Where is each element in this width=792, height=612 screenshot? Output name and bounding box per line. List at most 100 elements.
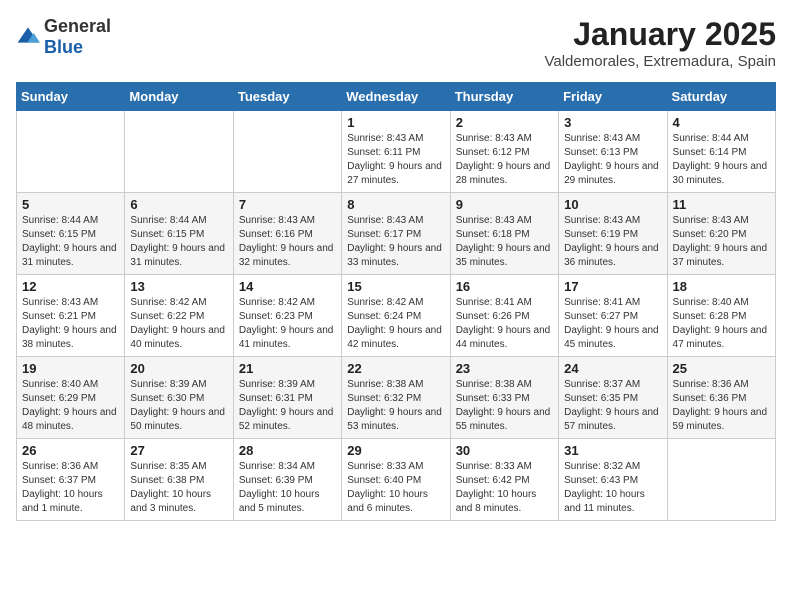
logo-blue: Blue	[44, 37, 83, 57]
calendar-cell: 28 Sunrise: 8:34 AM Sunset: 6:39 PM Dayli…	[233, 439, 341, 521]
weekday-header-sunday: Sunday	[17, 83, 125, 111]
day-number: 22	[347, 361, 444, 376]
calendar-cell: 4 Sunrise: 8:44 AM Sunset: 6:14 PM Daylig…	[667, 111, 775, 193]
day-info: Sunrise: 8:42 AM Sunset: 6:24 PM Dayligh…	[347, 296, 444, 352]
calendar-cell	[667, 439, 775, 521]
calendar-table: SundayMondayTuesdayWednesdayThursdayFrid…	[16, 82, 776, 521]
calendar-cell: 15Sunrise: 8:42 AM Sunset: 6:24 PM Dayli…	[342, 275, 450, 357]
weekday-header-tuesday: Tuesday	[233, 83, 341, 111]
day-info: Sunrise: 8:39 AM Sunset: 6:30 PM Dayligh…	[130, 378, 227, 434]
day-number: 9	[456, 197, 553, 212]
day-info: Sunrise: 8:43 AM Sunset: 6:19 PM Dayligh…	[564, 214, 661, 270]
calendar-cell: 1 Sunrise: 8:43 AM Sunset: 6:11 PM Daylig…	[342, 111, 450, 193]
day-info: Sunrise: 8:39 AM Sunset: 6:31 PM Dayligh…	[239, 378, 336, 434]
calendar-cell	[233, 111, 341, 193]
day-number: 28	[239, 443, 336, 458]
day-number: 6	[130, 197, 227, 212]
day-number: 13	[130, 279, 227, 294]
day-number: 24	[564, 361, 661, 376]
calendar-cell: 26 Sunrise: 8:36 AM Sunset: 6:37 PM Dayli…	[17, 439, 125, 521]
day-info: Sunrise: 8:43 AM Sunset: 6:18 PM Dayligh…	[456, 214, 553, 270]
calendar-cell: 14Sunrise: 8:42 AM Sunset: 6:23 PM Dayli…	[233, 275, 341, 357]
weekday-header-row: SundayMondayTuesdayWednesdayThursdayFrid…	[17, 83, 776, 111]
day-info: Sunrise: 8:38 AM Sunset: 6:32 PM Dayligh…	[347, 378, 444, 434]
day-info: Sunrise: 8:43 AM Sunset: 6:16 PM Dayligh…	[239, 214, 336, 270]
calendar-cell	[125, 111, 233, 193]
day-number: 11	[673, 197, 770, 212]
day-info: Sunrise: 8:44 AM Sunset: 6:15 PM Dayligh…	[22, 214, 119, 270]
calendar-cell: 18Sunrise: 8:40 AM Sunset: 6:28 PM Dayli…	[667, 275, 775, 357]
day-number: 26	[22, 443, 119, 458]
day-info: Sunrise: 8:43 AM Sunset: 6:11 PM Dayligh…	[347, 132, 444, 188]
day-number: 12	[22, 279, 119, 294]
day-number: 25	[673, 361, 770, 376]
day-info: Sunrise: 8:43 AM Sunset: 6:17 PM Dayligh…	[347, 214, 444, 270]
day-number: 16	[456, 279, 553, 294]
logo-icon	[16, 25, 40, 49]
weekday-header-wednesday: Wednesday	[342, 83, 450, 111]
calendar-cell: 6Sunrise: 8:44 AM Sunset: 6:15 PM Daylig…	[125, 193, 233, 275]
weekday-header-thursday: Thursday	[450, 83, 558, 111]
day-info: Sunrise: 8:41 AM Sunset: 6:26 PM Dayligh…	[456, 296, 553, 352]
day-number: 18	[673, 279, 770, 294]
day-info: Sunrise: 8:33 AM Sunset: 6:42 PM Dayligh…	[456, 460, 553, 516]
calendar-cell: 30Sunrise: 8:33 AM Sunset: 6:42 PM Dayli…	[450, 439, 558, 521]
day-info: Sunrise: 8:41 AM Sunset: 6:27 PM Dayligh…	[564, 296, 661, 352]
day-number: 20	[130, 361, 227, 376]
day-number: 23	[456, 361, 553, 376]
header: General Blue January 2025 Valdemorales, …	[16, 16, 776, 70]
day-number: 1	[347, 115, 444, 130]
day-info: Sunrise: 8:43 AM Sunset: 6:21 PM Dayligh…	[22, 296, 119, 352]
day-info: Sunrise: 8:35 AM Sunset: 6:38 PM Dayligh…	[130, 460, 227, 516]
day-info: Sunrise: 8:42 AM Sunset: 6:23 PM Dayligh…	[239, 296, 336, 352]
day-info: Sunrise: 8:32 AM Sunset: 6:43 PM Dayligh…	[564, 460, 661, 516]
day-info: Sunrise: 8:37 AM Sunset: 6:35 PM Dayligh…	[564, 378, 661, 434]
calendar-week-row: 5 Sunrise: 8:44 AM Sunset: 6:15 PM Daylig…	[17, 193, 776, 275]
day-info: Sunrise: 8:42 AM Sunset: 6:22 PM Dayligh…	[130, 296, 227, 352]
day-number: 5	[22, 197, 119, 212]
day-number: 3	[564, 115, 661, 130]
day-number: 4	[673, 115, 770, 130]
day-info: Sunrise: 8:43 AM Sunset: 6:13 PM Dayligh…	[564, 132, 661, 188]
day-number: 2	[456, 115, 553, 130]
day-info: Sunrise: 8:33 AM Sunset: 6:40 PM Dayligh…	[347, 460, 444, 516]
logo: General Blue	[16, 16, 111, 58]
calendar-cell: 29Sunrise: 8:33 AM Sunset: 6:40 PM Dayli…	[342, 439, 450, 521]
calendar-cell: 9 Sunrise: 8:43 AM Sunset: 6:18 PM Daylig…	[450, 193, 558, 275]
calendar-cell: 19 Sunrise: 8:40 AM Sunset: 6:29 PM Dayli…	[17, 357, 125, 439]
location-title: Valdemorales, Extremadura, Spain	[544, 53, 776, 70]
title-area: January 2025 Valdemorales, Extremadura, …	[544, 16, 776, 70]
day-info: Sunrise: 8:38 AM Sunset: 6:33 PM Dayligh…	[456, 378, 553, 434]
calendar-cell: 10Sunrise: 8:43 AM Sunset: 6:19 PM Dayli…	[559, 193, 667, 275]
day-info: Sunrise: 8:44 AM Sunset: 6:14 PM Dayligh…	[673, 132, 770, 188]
calendar-cell: 2 Sunrise: 8:43 AM Sunset: 6:12 PM Daylig…	[450, 111, 558, 193]
calendar-cell: 21Sunrise: 8:39 AM Sunset: 6:31 PM Dayli…	[233, 357, 341, 439]
calendar-week-row: 26 Sunrise: 8:36 AM Sunset: 6:37 PM Dayli…	[17, 439, 776, 521]
calendar-cell: 7 Sunrise: 8:43 AM Sunset: 6:16 PM Daylig…	[233, 193, 341, 275]
day-number: 8	[347, 197, 444, 212]
day-info: Sunrise: 8:34 AM Sunset: 6:39 PM Dayligh…	[239, 460, 336, 516]
day-info: Sunrise: 8:43 AM Sunset: 6:12 PM Dayligh…	[456, 132, 553, 188]
day-number: 7	[239, 197, 336, 212]
weekday-header-friday: Friday	[559, 83, 667, 111]
calendar-cell: 5 Sunrise: 8:44 AM Sunset: 6:15 PM Daylig…	[17, 193, 125, 275]
calendar-cell: 23 Sunrise: 8:38 AM Sunset: 6:33 PM Dayli…	[450, 357, 558, 439]
day-info: Sunrise: 8:36 AM Sunset: 6:36 PM Dayligh…	[673, 378, 770, 434]
calendar-week-row: 19 Sunrise: 8:40 AM Sunset: 6:29 PM Dayli…	[17, 357, 776, 439]
calendar-week-row: 12 Sunrise: 8:43 AM Sunset: 6:21 PM Dayli…	[17, 275, 776, 357]
day-number: 31	[564, 443, 661, 458]
day-info: Sunrise: 8:40 AM Sunset: 6:29 PM Dayligh…	[22, 378, 119, 434]
day-number: 19	[22, 361, 119, 376]
day-number: 27	[130, 443, 227, 458]
day-info: Sunrise: 8:43 AM Sunset: 6:20 PM Dayligh…	[673, 214, 770, 270]
calendar-cell: 27 Sunrise: 8:35 AM Sunset: 6:38 PM Dayli…	[125, 439, 233, 521]
calendar-cell: 22 Sunrise: 8:38 AM Sunset: 6:32 PM Dayli…	[342, 357, 450, 439]
calendar-cell	[17, 111, 125, 193]
calendar-cell: 16 Sunrise: 8:41 AM Sunset: 6:26 PM Dayli…	[450, 275, 558, 357]
calendar-cell: 13 Sunrise: 8:42 AM Sunset: 6:22 PM Dayli…	[125, 275, 233, 357]
calendar-week-row: 1 Sunrise: 8:43 AM Sunset: 6:11 PM Daylig…	[17, 111, 776, 193]
weekday-header-saturday: Saturday	[667, 83, 775, 111]
month-title: January 2025	[544, 16, 776, 53]
day-number: 17	[564, 279, 661, 294]
day-info: Sunrise: 8:36 AM Sunset: 6:37 PM Dayligh…	[22, 460, 119, 516]
